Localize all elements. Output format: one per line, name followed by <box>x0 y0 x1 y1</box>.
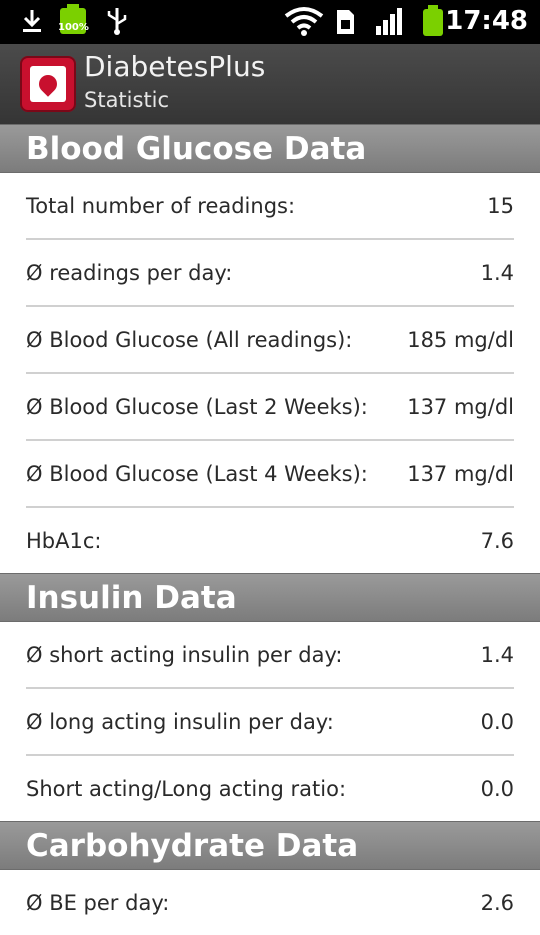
list-item: Ø Blood Glucose (Last 2 Weeks): 137 mg/d… <box>26 374 514 441</box>
clock: 17:48 <box>445 6 528 36</box>
row-value: 137 mg/dl <box>407 461 514 486</box>
signal-bars-icon <box>376 8 402 35</box>
row-value: 2.6 <box>480 890 514 915</box>
app-title: DiabetesPlus <box>84 50 266 83</box>
app-logo-icon[interactable] <box>20 56 76 112</box>
section-header-blood-glucose: Blood Glucose Data <box>0 124 540 173</box>
row-value: 7.6 <box>480 528 514 553</box>
sim-card-icon <box>337 10 354 34</box>
row-value: 0.0 <box>480 776 514 801</box>
list-item: Ø short acting insulin per day: 1.4 <box>26 622 514 689</box>
list-item: Ø readings per day: 1.4 <box>26 240 514 307</box>
row-label: Short acting/Long acting ratio: <box>26 776 347 801</box>
download-icon <box>23 10 41 32</box>
list-item: Ø Blood Glucose (All readings): 185 mg/d… <box>26 307 514 374</box>
list-item: Total number of readings: 15 <box>26 173 514 240</box>
row-label: Ø Blood Glucose (All readings): <box>26 327 353 352</box>
row-label: Ø long acting insulin per day: <box>26 709 334 734</box>
row-label: Ø readings per day: <box>26 260 233 285</box>
screen-subtitle: Statistic <box>84 88 170 112</box>
row-label: HbA1c: <box>26 528 102 553</box>
row-value: 1.4 <box>480 260 514 285</box>
status-bar: 100% 17:48 <box>0 0 540 44</box>
row-value: 137 mg/dl <box>407 394 514 419</box>
battery-icon <box>422 5 444 37</box>
battery-full-icon: 100% <box>58 4 89 38</box>
list-item: Ø long acting insulin per day: 0.0 <box>26 689 514 756</box>
row-label: Ø Blood Glucose (Last 4 Weeks): <box>26 461 368 486</box>
wifi-icon <box>284 7 324 36</box>
statistics-list[interactable]: Blood Glucose Data Total number of readi… <box>0 124 540 935</box>
row-label: Total number of readings: <box>26 193 296 218</box>
section-header-insulin: Insulin Data <box>0 573 540 622</box>
row-label: Ø short acting insulin per day: <box>26 642 343 667</box>
row-label: Ø Blood Glucose (Last 2 Weeks): <box>26 394 368 419</box>
action-bar: DiabetesPlus Statistic <box>0 44 540 125</box>
list-item: Ø BE per day: 2.6 <box>26 870 514 935</box>
list-item: Short acting/Long acting ratio: 0.0 <box>26 756 514 821</box>
row-label: Ø BE per day: <box>26 890 170 915</box>
section-header-carbohydrate: Carbohydrate Data <box>0 821 540 870</box>
row-value: 185 mg/dl <box>407 327 514 352</box>
battery-percent-label: 100% <box>58 22 89 33</box>
list-item: HbA1c: 7.6 <box>26 508 514 573</box>
list-item: Ø Blood Glucose (Last 4 Weeks): 137 mg/d… <box>26 441 514 508</box>
row-value: 1.4 <box>480 642 514 667</box>
row-value: 0.0 <box>480 709 514 734</box>
usb-icon <box>107 8 127 35</box>
row-value: 15 <box>487 193 514 218</box>
